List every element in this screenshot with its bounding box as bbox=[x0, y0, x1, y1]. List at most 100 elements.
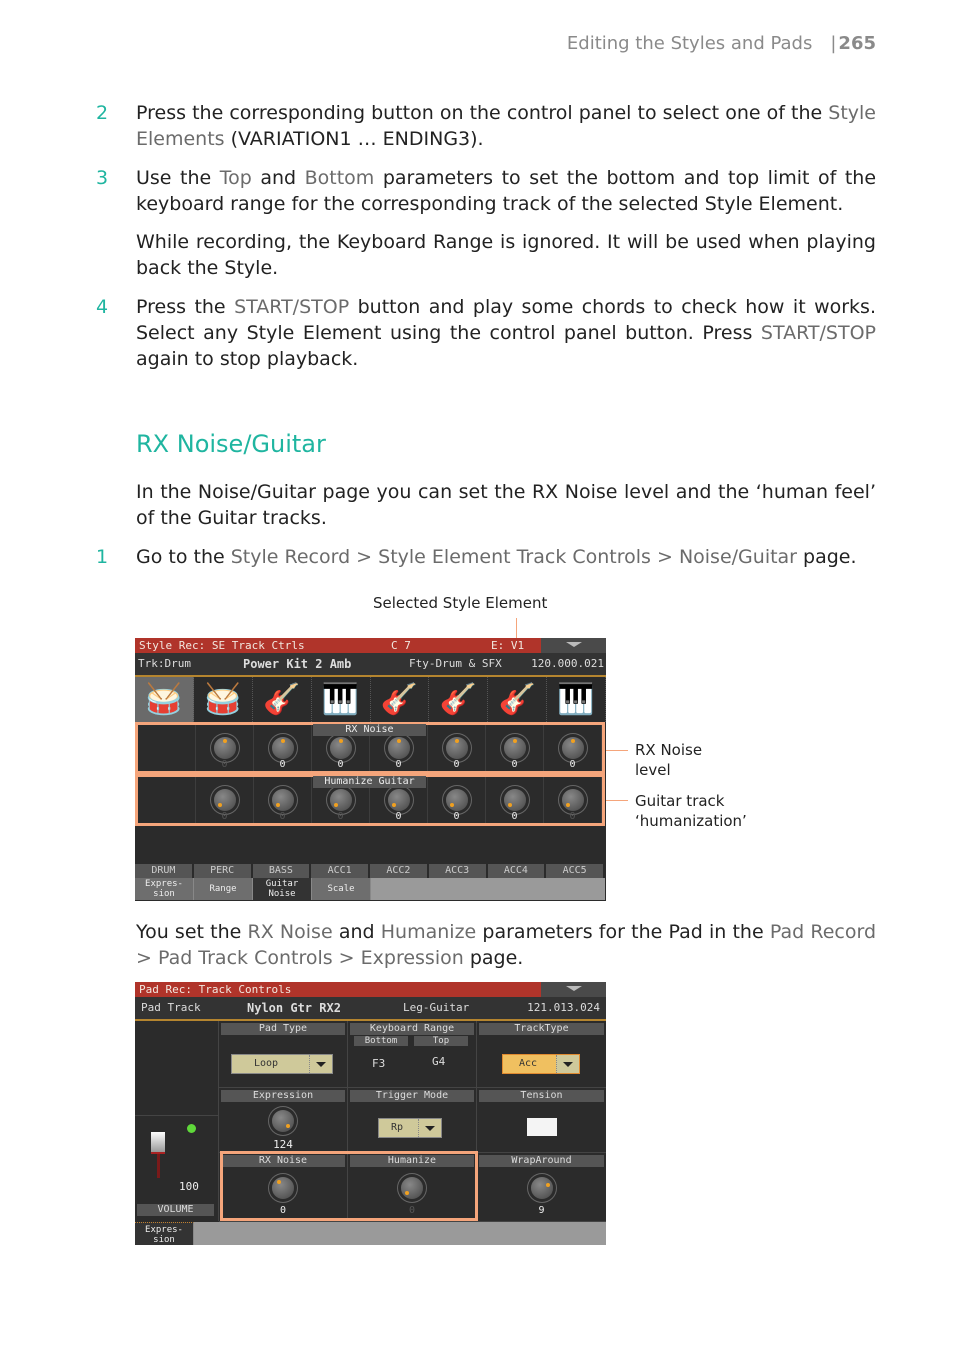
knob[interactable] bbox=[387, 789, 410, 811]
track-info-bar: Trk:Drum Power Kit 2 Amb Fty-Drum & SFX … bbox=[135, 653, 606, 677]
section-title: RX Noise/Guitar bbox=[136, 430, 326, 458]
knob[interactable] bbox=[329, 789, 352, 811]
text-run: page. bbox=[797, 546, 857, 568]
knob-value: 0 bbox=[395, 811, 402, 822]
step-text: Go to the Style Record > Style Element T… bbox=[136, 544, 876, 570]
keyboard-range-section: Keyboard Range Bottom Top F3 G4 bbox=[348, 1021, 477, 1088]
knob[interactable] bbox=[561, 737, 584, 759]
track-type-dropdown[interactable]: Acc bbox=[502, 1054, 580, 1074]
caption-guitar-humanization: Guitar track ‘humanization’ bbox=[635, 792, 747, 830]
sound-category: Fty-Drum & SFX bbox=[409, 657, 502, 670]
knob[interactable] bbox=[271, 737, 294, 759]
volume-fader-handle[interactable] bbox=[151, 1132, 165, 1154]
knob[interactable] bbox=[445, 737, 468, 759]
knob-value: 0 bbox=[337, 759, 344, 770]
track-type-section: TrackType Acc bbox=[477, 1021, 606, 1088]
volume-value: 100 bbox=[179, 1180, 199, 1193]
knob-value: 0 bbox=[279, 811, 286, 822]
knob-cell: 0 bbox=[428, 777, 486, 823]
volume-panel: 100 VOLUME bbox=[135, 1116, 219, 1221]
knob-value: 0 bbox=[569, 759, 576, 770]
page-menu-button[interactable] bbox=[541, 638, 606, 653]
track-button-acc4[interactable]: ACC4 bbox=[487, 864, 545, 878]
intro-paragraph: In the Noise/Guitar page you can set the… bbox=[136, 481, 876, 529]
title-bar: Pad Rec: Track Controls bbox=[135, 982, 541, 997]
pad-paragraph: You set the RX Noise and Humanize parame… bbox=[136, 919, 876, 971]
knob[interactable] bbox=[561, 789, 584, 811]
sound-name[interactable]: Power Kit 2 Amb bbox=[243, 653, 351, 675]
parameter-reference: RX Noise bbox=[247, 921, 333, 943]
trigger-mode-dropdown[interactable]: Rp bbox=[378, 1118, 442, 1138]
expression-section: Expression 124 bbox=[219, 1088, 348, 1153]
trigger-mode-value: Rp bbox=[391, 1122, 404, 1133]
track-button-bass[interactable]: BASS bbox=[252, 864, 310, 878]
knob-value: 0 bbox=[511, 759, 518, 770]
expression-knob[interactable] bbox=[272, 1110, 294, 1132]
tab-scale[interactable]: Scale bbox=[312, 878, 371, 900]
drum-kit-icon[interactable]: 🥁 bbox=[135, 677, 194, 722]
track-label: Pad Track bbox=[141, 1001, 201, 1014]
caption-rx-noise-level: RX Noise level bbox=[635, 741, 703, 779]
track-button-acc3[interactable]: ACC3 bbox=[428, 864, 486, 878]
tension-checkbox[interactable] bbox=[527, 1118, 557, 1136]
knob[interactable] bbox=[503, 737, 526, 759]
knob-cell: 0 bbox=[486, 777, 544, 823]
step-text: Press the START/STOP button and play som… bbox=[136, 294, 876, 372]
acoustic-guitar-icon[interactable]: 🎸 bbox=[371, 677, 430, 722]
knob-cell: 0 bbox=[486, 725, 544, 771]
acoustic-guitar-icon[interactable]: 🎸 bbox=[488, 677, 548, 722]
humanize-group-label: Humanize Guitar bbox=[313, 776, 426, 788]
tab-guitar-noise[interactable]: Guitar Noise bbox=[253, 878, 312, 900]
page-menu-button[interactable] bbox=[541, 982, 606, 997]
pad-type-label: Pad Type bbox=[221, 1023, 345, 1035]
track-button-acc5[interactable]: ACC5 bbox=[546, 864, 603, 878]
top-value[interactable]: G4 bbox=[432, 1055, 445, 1068]
sound-name[interactable]: Nylon Gtr RX2 bbox=[247, 997, 341, 1019]
tension-section: Tension bbox=[477, 1088, 606, 1153]
tab-expres-sion[interactable]: Expres- sion bbox=[135, 878, 194, 900]
tab-range[interactable]: Range bbox=[194, 878, 253, 900]
text-run: parameters for the Pad in the bbox=[476, 921, 770, 943]
instrument-icon-row: 🥁 🥁 🎸 🎹 🎸 🎸 🎸 🎹 bbox=[135, 677, 606, 722]
knob-value: 0 bbox=[221, 759, 228, 770]
parameter-reference: Humanize bbox=[380, 921, 477, 943]
parameter-reference: Top bbox=[219, 167, 252, 189]
acoustic-guitar-icon[interactable]: 🎸 bbox=[429, 677, 489, 722]
step-3: 3 Use the Top and Bottom parameters to se… bbox=[96, 165, 876, 217]
pad-type-value: Loop bbox=[254, 1058, 279, 1069]
highlight-box bbox=[220, 1151, 478, 1221]
track-button-acc2[interactable]: ACC2 bbox=[370, 864, 427, 878]
empty-cell bbox=[138, 725, 196, 771]
knob-value: 0 bbox=[453, 811, 460, 822]
pad-type-dropdown[interactable]: Loop bbox=[231, 1054, 333, 1074]
empty-panel bbox=[135, 1021, 219, 1116]
track-button-drum[interactable]: DRUM bbox=[135, 864, 192, 878]
knob[interactable] bbox=[213, 737, 236, 759]
knob-cell: 0 bbox=[196, 725, 254, 771]
track-selector: DRUM PERC BASS ACC1 ACC2 ACC3 ACC4 ACC5 bbox=[135, 864, 605, 878]
rx-noise-group-label: RX Noise bbox=[313, 724, 426, 736]
page-tabs: Expres- sion bbox=[135, 1222, 606, 1245]
drum-kit-icon[interactable]: 🥁 bbox=[194, 677, 253, 722]
knob[interactable] bbox=[271, 789, 294, 811]
track-button-acc1[interactable]: ACC1 bbox=[311, 864, 368, 878]
electric-guitar-icon[interactable]: 🎸 bbox=[253, 677, 312, 722]
knob[interactable] bbox=[329, 737, 352, 759]
keyboard-stand-icon[interactable]: 🎹 bbox=[312, 677, 371, 722]
bottom-value[interactable]: F3 bbox=[372, 1057, 385, 1070]
wraparound-section: WrapAround 9 bbox=[477, 1153, 606, 1222]
track-button-perc[interactable]: PERC bbox=[193, 864, 251, 878]
callout-line bbox=[606, 800, 628, 801]
knob[interactable] bbox=[213, 789, 236, 811]
pad-rec-screen: Pad Rec: Track Controls Pad Track Nylon … bbox=[135, 982, 606, 1245]
tab-expression[interactable]: Expres- sion bbox=[135, 1222, 194, 1245]
wraparound-value: 9 bbox=[538, 1205, 545, 1216]
knob[interactable] bbox=[445, 789, 468, 811]
page-tabs: Expres- sion Range Guitar Noise Scale bbox=[135, 878, 605, 900]
knob[interactable] bbox=[387, 737, 410, 759]
selected-element: E: V1 bbox=[491, 639, 525, 652]
piano-icon[interactable]: 🎹 bbox=[547, 677, 606, 722]
wraparound-knob[interactable] bbox=[530, 1177, 553, 1199]
step-text: Press the corresponding button on the co… bbox=[136, 100, 876, 152]
knob[interactable] bbox=[503, 789, 526, 811]
